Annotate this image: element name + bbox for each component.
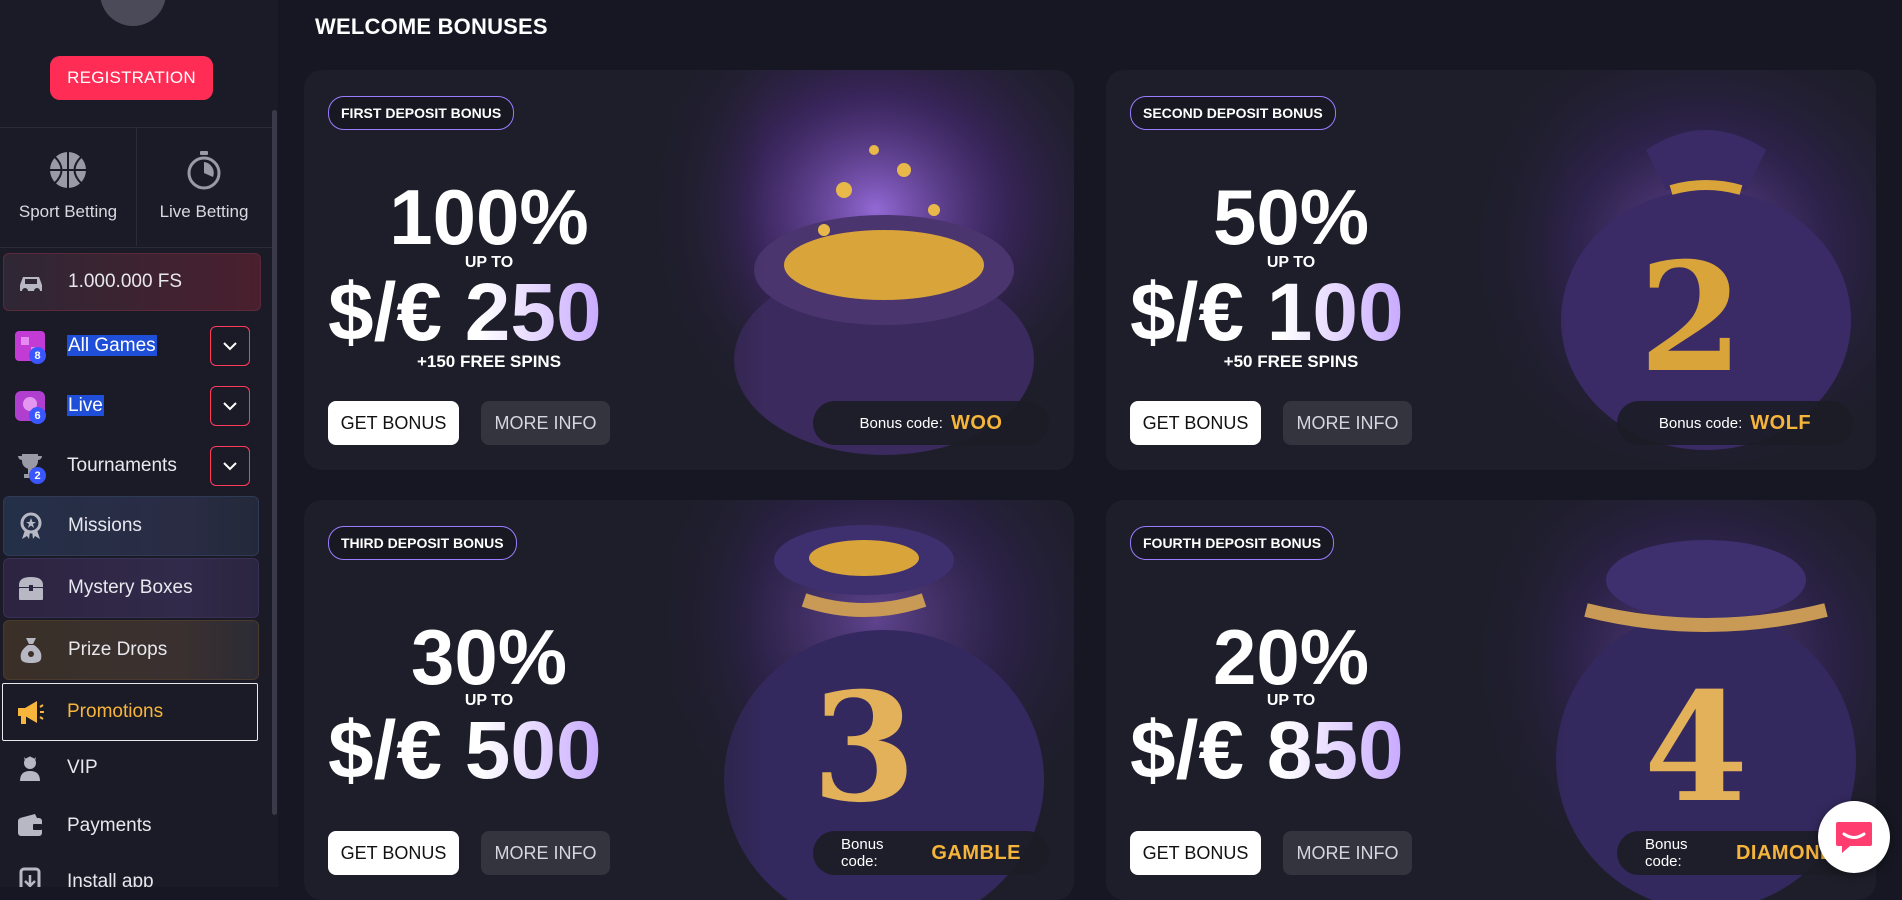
chevron-down-icon xyxy=(223,462,237,471)
games-count-badge: 8 xyxy=(29,347,46,364)
live-count-badge: 6 xyxy=(29,407,46,424)
live-chat-button[interactable] xyxy=(1818,801,1890,873)
sidebar-item-label: VIP xyxy=(67,757,98,778)
bonus-amount: $/€ 250 xyxy=(328,267,602,358)
bonus-percent: 30% xyxy=(410,613,568,701)
install-icon xyxy=(19,867,41,887)
sidebar-item-label: Tournaments xyxy=(67,455,177,476)
get-bonus-button[interactable]: GET BONUS xyxy=(1130,401,1261,445)
megaphone-icon xyxy=(18,701,44,724)
free-spins-promo[interactable]: 1.000.000 FS xyxy=(3,253,261,311)
bonus-code-label: Bonus code: xyxy=(1658,414,1743,432)
tournaments-count-badge: 2 xyxy=(29,467,46,484)
bonus-card-third: 3 THIRD DEPOSIT BONUS 30% UP TO $/€ 500 … xyxy=(304,500,1074,900)
live-betting-link[interactable]: Live Betting xyxy=(136,128,272,246)
bonus-code-label: Bonus code: xyxy=(1645,836,1688,870)
more-info-button[interactable]: MORE INFO xyxy=(481,831,610,875)
free-spins-label: 1.000.000 FS xyxy=(68,271,183,292)
bonus-percent: 100% xyxy=(389,173,589,261)
medal-icon xyxy=(20,512,42,539)
bonus-amount: $/€ 850 xyxy=(1130,705,1404,796)
bonus-code-value: WOO xyxy=(950,411,1003,434)
chat-icon xyxy=(1836,822,1872,853)
more-info-button[interactable]: MORE INFO xyxy=(481,401,610,445)
bonus-amount: $/€ 100 xyxy=(1130,267,1404,358)
chest-icon xyxy=(19,577,43,600)
car-icon xyxy=(20,277,42,294)
bonus-code-pill[interactable]: Bonus code: WOLF xyxy=(1617,401,1853,445)
free-spins-label: +50 FREE SPINS xyxy=(1223,352,1359,371)
get-bonus-button[interactable]: GET BONUS xyxy=(1130,831,1261,875)
sidebar-scrollbar[interactable] xyxy=(272,110,277,815)
bonus-type-chip: FOURTH DEPOSIT BONUS xyxy=(1130,526,1335,560)
sidebar-item-mystery-boxes[interactable]: Mystery Boxes xyxy=(3,558,259,618)
chevron-down-icon xyxy=(223,342,237,351)
live-betting-label: Live Betting xyxy=(159,202,249,221)
bonus-code-value: WOLF xyxy=(1750,411,1812,434)
sidebar-item-install-app[interactable]: Install app xyxy=(3,854,259,887)
bonus-code-value: GAMBLE xyxy=(931,841,1021,864)
sidebar-item-label: Mystery Boxes xyxy=(68,577,193,598)
avatar[interactable] xyxy=(100,0,166,26)
sidebar-item-label: Payments xyxy=(67,815,152,836)
chevron-down-icon xyxy=(223,402,237,411)
bonus-amount: $/€ 500 xyxy=(328,705,602,796)
sidebar-item-label: Promotions xyxy=(67,701,164,722)
bonus-code-label: Bonus code: xyxy=(859,414,943,432)
sidebar: REGISTRATION Sport Betting Live Betting … xyxy=(0,0,278,887)
vip-icon xyxy=(20,756,40,781)
bonus-card-fourth: 4 FOURTH DEPOSIT BONUS 20% UP TO $/€ 850… xyxy=(1106,500,1876,900)
sidebar-item-label: Prize Drops xyxy=(68,639,168,660)
sidebar-item-vip[interactable]: VIP xyxy=(3,740,259,796)
get-bonus-button[interactable]: GET BONUS xyxy=(328,401,459,445)
bonus-type-chip: SECOND DEPOSIT BONUS xyxy=(1130,96,1336,130)
expand-all-games-button[interactable] xyxy=(210,326,250,366)
bonus-code-pill[interactable]: Bonus code: WOO xyxy=(813,401,1049,445)
sidebar-item-promotions[interactable]: Promotions xyxy=(2,683,258,741)
bonus-type-chip: THIRD DEPOSIT BONUS xyxy=(328,526,517,560)
bonus-percent: 50% xyxy=(1212,173,1370,261)
stopwatch-icon xyxy=(187,151,221,190)
live-icon: 6 xyxy=(15,391,46,424)
sport-betting-link[interactable]: Sport Betting xyxy=(0,128,136,246)
sidebar-item-prize-drops[interactable]: Prize Drops xyxy=(3,620,259,680)
wallet-icon xyxy=(18,814,42,836)
sport-betting-label: Sport Betting xyxy=(18,202,118,221)
bonus-card-second: 2 SECOND DEPOSIT BONUS 50% UP TO $/€ 100… xyxy=(1106,70,1876,470)
more-info-button[interactable]: MORE INFO xyxy=(1283,831,1412,875)
bonus-type-chip: FIRST DEPOSIT BONUS xyxy=(328,96,515,130)
sidebar-item-label: Install app xyxy=(67,871,154,887)
sidebar-item-missions[interactable]: Missions xyxy=(3,496,259,556)
divider xyxy=(0,247,272,248)
games-icon: 8 xyxy=(15,331,46,364)
bonus-card-first: FIRST DEPOSIT BONUS 100% UP TO $/€ 250 +… xyxy=(304,70,1074,470)
registration-button[interactable]: REGISTRATION xyxy=(50,56,213,100)
bonus-code-label: Bonus code: xyxy=(841,836,884,870)
sidebar-item-label: Missions xyxy=(68,515,142,536)
bonus-code-pill[interactable]: Bonus code: GAMBLE xyxy=(813,831,1049,875)
more-info-button[interactable]: MORE INFO xyxy=(1283,401,1412,445)
sidebar-item-label: Live xyxy=(67,395,104,416)
expand-live-button[interactable] xyxy=(210,386,250,426)
money-bag-icon xyxy=(20,638,42,663)
get-bonus-button[interactable]: GET BONUS xyxy=(328,831,459,875)
page-title: WELCOME BONUSES xyxy=(315,14,548,39)
free-spins-label: +150 FREE SPINS xyxy=(416,352,562,371)
trophy-icon: 2 xyxy=(15,451,46,484)
sidebar-item-payments[interactable]: Payments xyxy=(3,798,259,854)
expand-tournaments-button[interactable] xyxy=(210,446,250,486)
bonus-percent: 20% xyxy=(1212,613,1370,701)
basketball-icon xyxy=(50,152,86,188)
sidebar-item-label: All Games xyxy=(67,335,157,356)
